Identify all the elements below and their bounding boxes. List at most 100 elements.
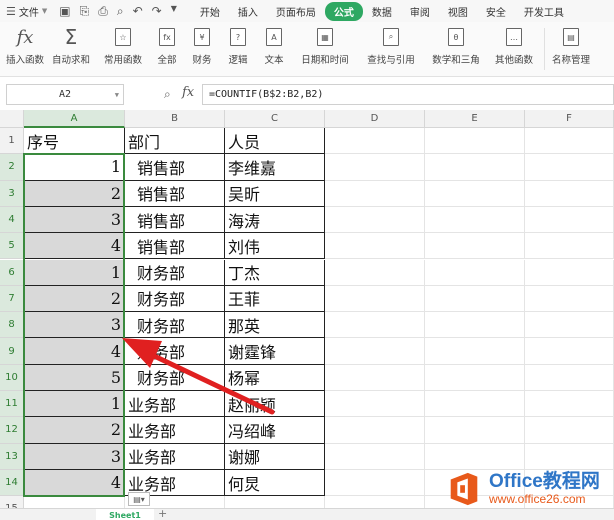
cell[interactable] (425, 206, 525, 234)
cell[interactable] (325, 417, 425, 444)
customize-icon[interactable]: ▼ (171, 4, 177, 19)
header-cell-1[interactable]: 部门 (125, 128, 225, 155)
department-cell[interactable]: 财务部 (125, 364, 225, 391)
cell[interactable] (525, 417, 614, 444)
finance-button[interactable]: ¥ 财务 (184, 22, 220, 77)
person-cell[interactable]: 吴昕 (225, 180, 325, 207)
cell[interactable] (525, 154, 614, 181)
sequence-cell[interactable]: 3 (24, 312, 125, 339)
column-header-f[interactable]: F (525, 110, 614, 128)
person-cell[interactable]: 谢霆锋 (225, 338, 325, 365)
sequence-cell[interactable]: 1 (24, 391, 125, 418)
name-manager-button[interactable]: ▤ 名称管理 (549, 22, 593, 77)
cell[interactable] (325, 469, 425, 497)
person-cell[interactable]: 那英 (225, 312, 325, 339)
department-cell[interactable]: 业务部 (125, 417, 225, 444)
sequence-cell[interactable]: 4 (24, 338, 125, 365)
cell[interactable] (525, 364, 614, 391)
row-header-10[interactable]: 10 (0, 364, 24, 391)
cell[interactable] (525, 312, 614, 339)
row-header-4[interactable]: 4 (0, 206, 24, 234)
math-trig-button[interactable]: θ 数学和三角 (424, 22, 488, 77)
row-header-9[interactable]: 9 (0, 338, 24, 365)
row-header-2[interactable]: 2 (0, 154, 24, 181)
print-icon[interactable]: ⎙ (98, 4, 108, 19)
row-header-3[interactable]: 3 (0, 180, 24, 207)
cell[interactable] (425, 180, 525, 207)
cell[interactable] (425, 128, 525, 155)
cell[interactable] (325, 285, 425, 313)
tab-7[interactable]: 安全 (477, 2, 515, 21)
row-header-14[interactable]: 14 (0, 469, 24, 497)
cell[interactable] (325, 364, 425, 391)
tab-4[interactable]: 数据 (363, 2, 401, 21)
row-header-12[interactable]: 12 (0, 417, 24, 444)
department-cell[interactable]: 销售部 (125, 154, 225, 181)
header-cell-0[interactable]: 序号 (24, 128, 125, 155)
column-header-d[interactable]: D (325, 110, 425, 128)
undo-icon[interactable]: ↶ (133, 4, 143, 19)
redo-icon[interactable]: ↷ (152, 4, 162, 19)
sheet-tab[interactable]: Sheet1 (96, 509, 154, 520)
row-header-7[interactable]: 7 (0, 285, 24, 313)
department-cell[interactable]: 财务部 (125, 285, 225, 313)
sequence-cell[interactable]: 2 (24, 285, 125, 313)
tab-2[interactable]: 页面布局 (267, 2, 325, 21)
cell[interactable] (525, 259, 614, 286)
cell[interactable] (325, 391, 425, 418)
cell[interactable] (325, 154, 425, 181)
column-header-e[interactable]: E (425, 110, 525, 128)
cell[interactable] (425, 259, 525, 286)
cell[interactable] (425, 285, 525, 313)
department-cell[interactable]: 业务部 (125, 391, 225, 418)
tab-1[interactable]: 插入 (229, 2, 267, 21)
logic-button[interactable]: ? 逻辑 (220, 22, 256, 77)
cell[interactable] (425, 233, 525, 260)
cell[interactable] (425, 391, 525, 418)
cell[interactable] (425, 364, 525, 391)
all-functions-button[interactable]: fx 全部 (150, 22, 184, 77)
department-cell[interactable]: 财务部 (125, 259, 225, 286)
sequence-cell[interactable]: 3 (24, 443, 125, 470)
row-header-13[interactable]: 13 (0, 443, 24, 470)
person-cell[interactable]: 赵丽颖 (225, 391, 325, 418)
cell[interactable] (325, 180, 425, 207)
paste-options-button[interactable]: ▤▾ (128, 492, 150, 506)
row-header-6[interactable]: 6 (0, 259, 24, 286)
file-menu[interactable]: ☰ 文件 ▼ (0, 4, 47, 19)
person-cell[interactable]: 李维嘉 (225, 154, 325, 181)
lookup-reference-button[interactable]: ⌕ 查找与引用 (358, 22, 424, 77)
person-cell[interactable]: 冯绍峰 (225, 417, 325, 444)
person-cell[interactable]: 谢娜 (225, 443, 325, 470)
department-cell[interactable]: 财务部 (125, 338, 225, 365)
tab-5[interactable]: 审阅 (401, 2, 439, 21)
column-header-b[interactable]: B (125, 110, 225, 128)
person-cell[interactable]: 杨幂 (225, 364, 325, 391)
cell[interactable] (325, 128, 425, 155)
row-header-1[interactable]: 1 (0, 128, 24, 155)
row-header-8[interactable]: 8 (0, 312, 24, 339)
autosum-button[interactable]: Σ 自动求和 (46, 22, 96, 77)
person-cell[interactable]: 王菲 (225, 285, 325, 313)
sequence-cell[interactable]: 2 (24, 417, 125, 444)
date-time-button[interactable]: ▦ 日期和时间 (292, 22, 358, 77)
save-icon[interactable]: ▣ (59, 4, 70, 19)
tab-3[interactable]: 公式 (324, 1, 363, 21)
header-cell-2[interactable]: 人员 (225, 128, 325, 155)
cell[interactable] (325, 206, 425, 234)
cell[interactable] (425, 417, 525, 444)
department-cell[interactable]: 销售部 (125, 233, 225, 260)
sequence-cell[interactable]: 4 (24, 233, 125, 260)
department-cell[interactable]: 财务部 (125, 312, 225, 339)
export-icon[interactable]: ⎘ (80, 4, 90, 19)
common-functions-button[interactable]: ☆ 常用函数 (96, 22, 150, 77)
select-all-corner[interactable] (0, 110, 24, 128)
add-sheet-icon[interactable]: + (158, 507, 167, 520)
cell[interactable] (325, 259, 425, 286)
cell[interactable] (525, 338, 614, 365)
insert-function-button[interactable]: fx 插入函数 (4, 22, 46, 77)
cell[interactable] (325, 312, 425, 339)
cell[interactable] (525, 285, 614, 313)
row-header-11[interactable]: 11 (0, 391, 24, 418)
person-cell[interactable]: 丁杰 (225, 259, 325, 286)
